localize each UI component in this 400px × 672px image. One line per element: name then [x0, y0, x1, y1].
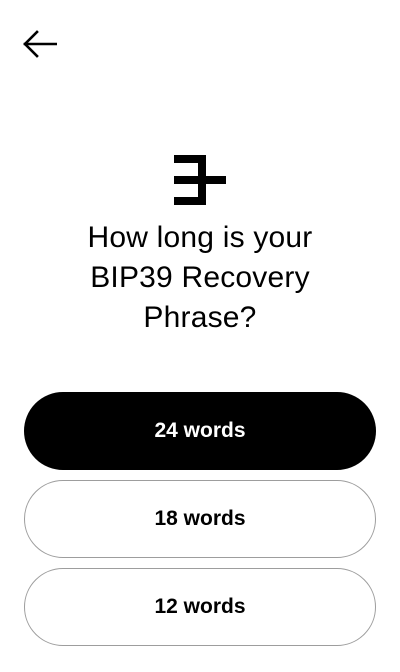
- option-label: 12 words: [154, 595, 246, 618]
- arrow-left-icon: [23, 30, 57, 58]
- back-button[interactable]: [20, 27, 60, 61]
- option-18-words-button[interactable]: 18 words: [24, 480, 376, 558]
- title-line-1: How long is your: [87, 221, 313, 254]
- option-24-words-button[interactable]: 24 words: [24, 392, 376, 470]
- option-label: 24 words: [154, 419, 246, 442]
- title-line-2: BIP39 Recovery: [90, 261, 310, 294]
- option-label: 18 words: [154, 507, 246, 530]
- title-line-3: Phrase?: [143, 301, 257, 334]
- option-12-words-button[interactable]: 12 words: [24, 568, 376, 646]
- page-title: How long is your BIP39 Recovery Phrase?: [0, 218, 400, 338]
- brand-logo: [174, 155, 226, 205]
